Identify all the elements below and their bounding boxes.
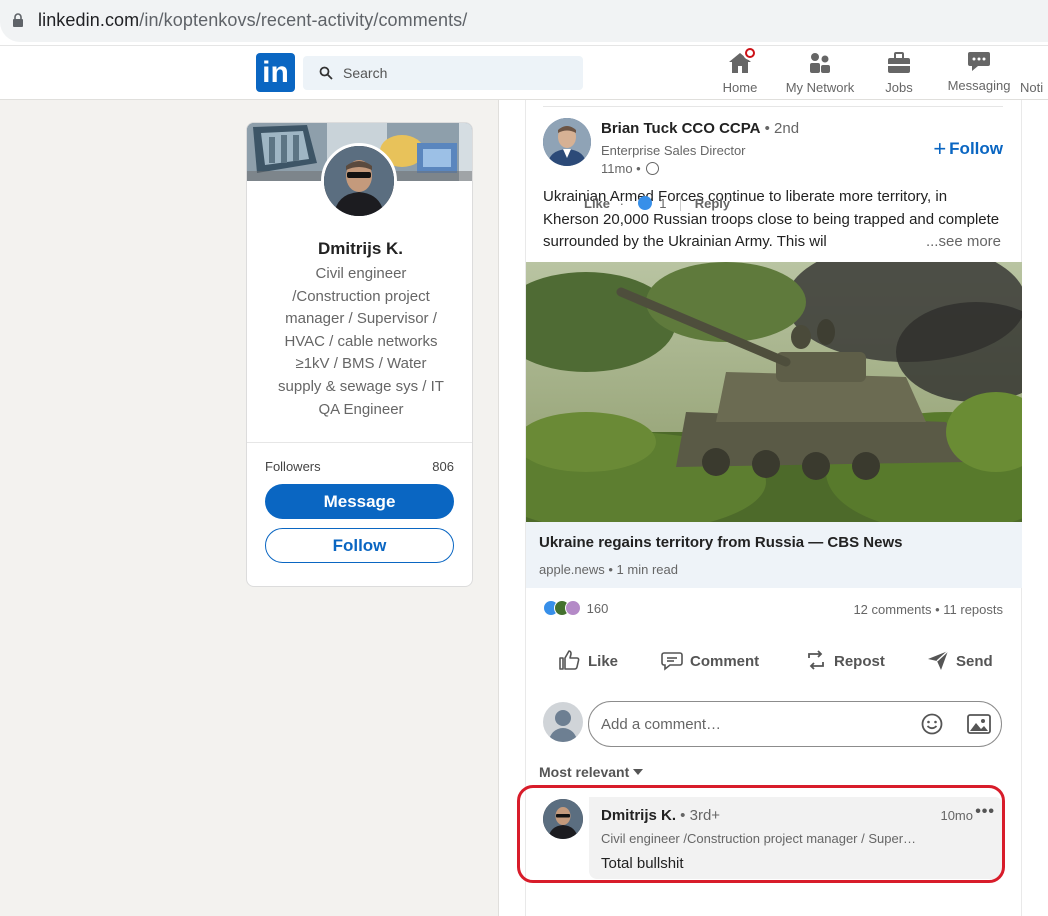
url-field[interactable]: linkedin.com/in/koptenkovs/recent-activi… bbox=[0, 0, 1048, 42]
post-stats[interactable]: 12 comments • 11 reposts bbox=[853, 602, 1003, 617]
post-image[interactable] bbox=[526, 262, 1022, 522]
notification-badge bbox=[743, 46, 757, 60]
post-author-name[interactable]: Brian Tuck CCO CCPA • 2nd bbox=[601, 120, 799, 137]
url-text: linkedin.com/in/koptenkovs/recent-activi… bbox=[38, 10, 468, 30]
article-source: apple.news • 1 min read bbox=[539, 562, 678, 577]
divider bbox=[680, 196, 682, 211]
nav-my-network[interactable]: My Network bbox=[782, 50, 858, 100]
repost-button[interactable]: Repost bbox=[804, 648, 885, 678]
image-icon[interactable] bbox=[967, 714, 991, 734]
followers-count: 806 bbox=[432, 459, 454, 474]
comment-like-count[interactable]: 1 bbox=[659, 196, 666, 211]
comment-like-button[interactable]: Like bbox=[584, 196, 610, 211]
send-icon bbox=[928, 650, 949, 670]
caret-down-icon bbox=[633, 769, 644, 775]
comment-icon bbox=[661, 652, 683, 671]
search-input[interactable] bbox=[343, 56, 573, 90]
lock-icon bbox=[13, 13, 23, 27]
post-card: Brian Tuck CCO CCPA • 2nd Enterprise Sal… bbox=[525, 100, 1022, 916]
plus-icon: + bbox=[933, 136, 947, 161]
network-icon bbox=[807, 50, 833, 76]
support-reaction-icon bbox=[565, 600, 581, 616]
separator-dot: · bbox=[619, 196, 624, 211]
comment-text: Total bullshit bbox=[601, 855, 684, 872]
post-author-title: Enterprise Sales Director bbox=[601, 143, 746, 158]
commenter-avatar[interactable] bbox=[543, 799, 583, 839]
repost-icon bbox=[808, 650, 824, 670]
nav-home[interactable]: Home bbox=[720, 46, 760, 100]
reactions-summary[interactable]: 160 bbox=[543, 600, 608, 620]
chat-icon bbox=[966, 48, 992, 74]
article-title[interactable]: Ukraine regains territory from Russia — … bbox=[539, 534, 902, 551]
comment-actions: Like · 1 Reply bbox=[584, 196, 730, 211]
emoji-icon[interactable] bbox=[921, 713, 943, 735]
comment-sort-dropdown[interactable]: Most relevant bbox=[539, 764, 644, 780]
current-user-avatar bbox=[543, 702, 583, 742]
follow-button[interactable]: Follow bbox=[265, 528, 454, 563]
message-button[interactable]: Message bbox=[265, 484, 454, 519]
comment-bubble: Dmitrijs K. • 3rd+ 10mo ••• Civil engine… bbox=[589, 797, 1003, 879]
like-button[interactable]: Like bbox=[558, 648, 618, 678]
briefcase-icon bbox=[886, 50, 912, 76]
comment-item: Dmitrijs K. • 3rd+ 10mo ••• Civil engine… bbox=[543, 797, 1003, 889]
nav-jobs[interactable]: Jobs bbox=[882, 50, 916, 100]
search-bar[interactable] bbox=[303, 56, 583, 90]
commenter-name[interactable]: Dmitrijs K. • 3rd+ bbox=[601, 807, 720, 824]
article-link-card[interactable]: Ukraine regains territory from Russia — … bbox=[526, 522, 1022, 588]
browser-address-bar: linkedin.com/in/koptenkovs/recent-activi… bbox=[0, 0, 1048, 46]
search-icon bbox=[319, 66, 333, 80]
divider bbox=[247, 442, 472, 443]
comment-button[interactable]: Comment bbox=[660, 648, 759, 678]
profile-card: Dmitrijs K. Civil engineer /Construction… bbox=[246, 122, 473, 587]
more-options-icon[interactable]: ••• bbox=[975, 803, 995, 821]
post-author-avatar[interactable] bbox=[543, 118, 591, 166]
profile-headline: Civil engineer /Construction project man… bbox=[278, 265, 444, 418]
profile-name[interactable]: Dmitrijs K. bbox=[247, 239, 472, 259]
follow-author-button[interactable]: + Follow bbox=[933, 136, 1003, 162]
globe-icon bbox=[646, 162, 660, 175]
followers-label: Followers bbox=[265, 459, 321, 474]
home-icon bbox=[727, 46, 757, 76]
nav-messaging[interactable]: Messaging bbox=[946, 48, 1012, 98]
add-comment-area bbox=[543, 701, 1003, 747]
nav-notifications[interactable]: Noti bbox=[1020, 50, 1048, 100]
commenter-headline: Civil engineer /Construction project man… bbox=[601, 831, 917, 846]
comment-reply-button[interactable]: Reply bbox=[695, 196, 730, 211]
reaction-count: 160 bbox=[586, 601, 609, 616]
activity-feed: Brian Tuck CCO CCPA • 2nd Enterprise Sal… bbox=[498, 100, 1048, 916]
thumbs-up-icon bbox=[559, 650, 580, 670]
see-more-link[interactable]: ...see more bbox=[921, 231, 1001, 254]
post-timestamp: 11mo • bbox=[601, 161, 660, 176]
linkedin-logo[interactable]: in bbox=[256, 53, 295, 92]
comment-timestamp: 10mo bbox=[940, 808, 973, 823]
send-button[interactable]: Send bbox=[926, 648, 993, 678]
like-reaction-icon bbox=[637, 196, 652, 210]
divider bbox=[543, 106, 1003, 107]
profile-avatar[interactable] bbox=[321, 143, 397, 219]
top-navigation: in Home My Network Jobs Messaging Not bbox=[0, 46, 1048, 100]
reaction-icons bbox=[543, 600, 583, 616]
post-actions: Like Comment Repost Send bbox=[526, 638, 1022, 684]
